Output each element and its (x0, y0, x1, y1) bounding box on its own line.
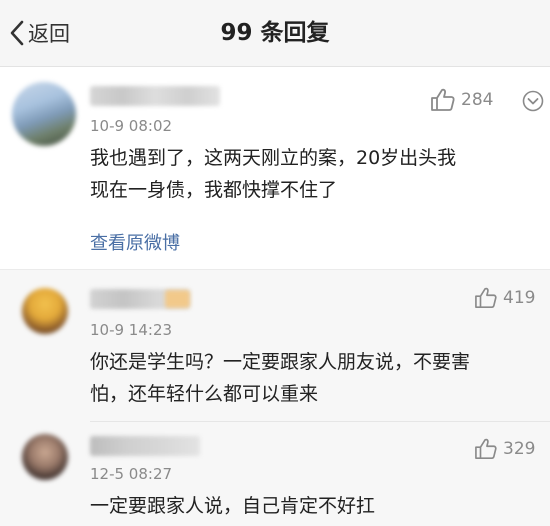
comment-timestamp: 10-9 08:02 (90, 117, 173, 135)
thumbs-up-icon (475, 438, 497, 459)
like-count: 419 (503, 288, 536, 308)
page-title: 99 条回复 (0, 0, 550, 66)
thumbs-up-icon (475, 287, 497, 308)
username-blurred[interactable] (90, 86, 220, 106)
reply-count: 99 (220, 20, 253, 46)
comment-text-line-2: 现在一身债，我都快撑不住了 (90, 179, 338, 201)
more-options-button[interactable] (522, 90, 544, 116)
reply-text-line-1: 你还是学生吗？一定要跟家人朋友说，不要害 (90, 351, 471, 373)
reply-item: 10-9 14:23 419 你还是学生吗？一定要跟家人朋友说，不要害 怕，还年… (0, 270, 550, 420)
reply-count-suffix: 条回复 (260, 20, 330, 46)
thumbs-up-icon (431, 88, 455, 111)
like-count: 329 (503, 439, 536, 459)
avatar[interactable] (22, 288, 68, 334)
chevron-down-circle-icon (522, 90, 544, 112)
main-comment: 10-9 08:02 284 我也遇到了，这两天刚立的案，20岁出头我 现在一身… (0, 67, 550, 267)
like-button[interactable]: 329 (474, 438, 535, 460)
comment-text-line-1: 我也遇到了，这两天刚立的案，20岁出头我 (90, 147, 457, 169)
avatar[interactable] (12, 82, 76, 146)
reply-text-line-1: 一定要跟家人说，自己肯定不好扛 (90, 495, 376, 517)
avatar[interactable] (22, 434, 68, 480)
reply-text-line-2: 怕，还年轻什么都可以重来 (90, 383, 319, 405)
like-button[interactable]: 284 (430, 88, 493, 112)
reply-item: 12-5 08:27 329 一定要跟家人说，自己肯定不好扛 (0, 422, 550, 526)
top-bar: 返回 99 条回复 (0, 0, 550, 67)
reply-timestamp: 10-9 14:23 (90, 321, 173, 339)
view-original-post-link[interactable]: 查看原微博 (90, 229, 180, 255)
reply-timestamp: 12-5 08:27 (90, 465, 173, 483)
username-blurred[interactable] (90, 436, 200, 456)
like-count: 284 (461, 90, 494, 110)
user-badge (165, 290, 190, 308)
like-button[interactable]: 419 (474, 287, 535, 309)
